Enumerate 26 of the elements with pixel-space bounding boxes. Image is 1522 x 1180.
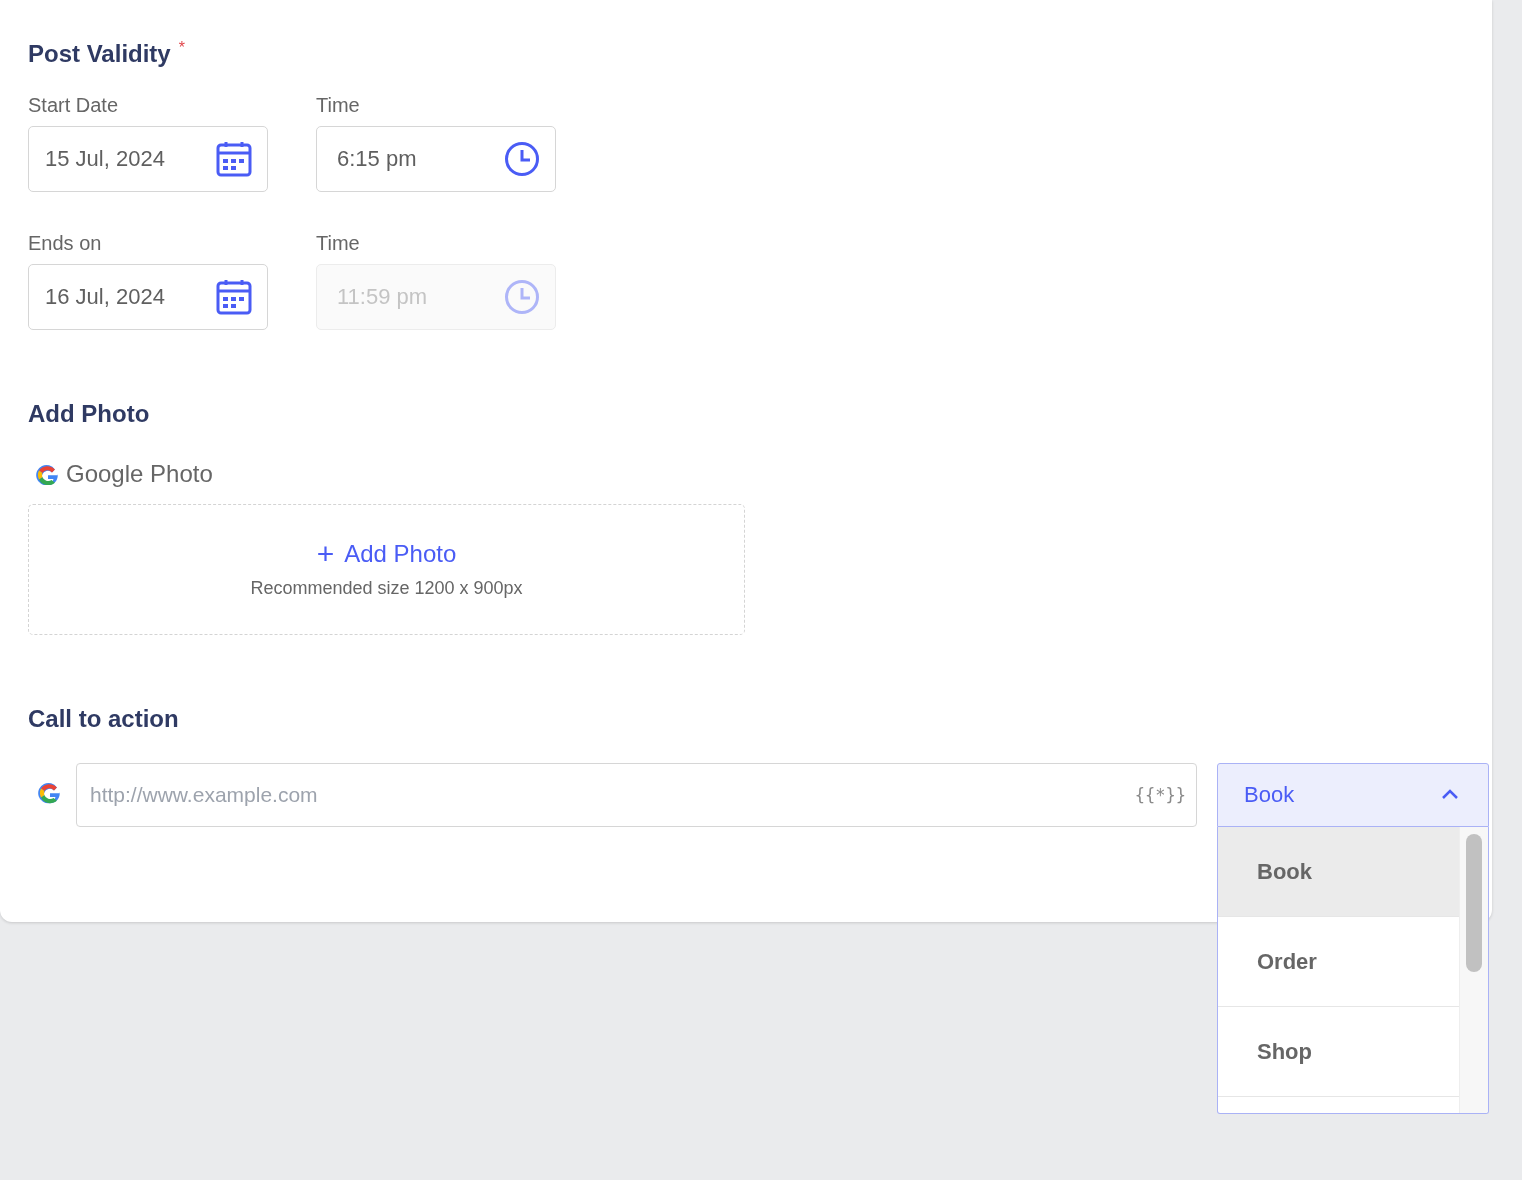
calendar-icon [216, 140, 253, 178]
date-field[interactable]: 15 Jul, 2024 [28, 126, 268, 192]
dropdown-option[interactable]: Book [1218, 827, 1459, 917]
calendar-icon [216, 278, 253, 316]
field-label: Ends on [28, 231, 103, 256]
google-logo-icon [36, 463, 58, 485]
section-title: Call to action [28, 704, 180, 734]
url-field[interactable]: http://www.example.com {{*}} [76, 763, 1197, 827]
clock-icon [504, 278, 541, 316]
field-label: Start Date [28, 93, 120, 118]
required-mark: * [178, 38, 185, 58]
date-field[interactable]: 16 Jul, 2024 [28, 264, 268, 330]
time-field[interactable]: 6:15 pm [316, 126, 556, 192]
source-label: Google Photo [66, 460, 213, 488]
size-hint: Recommended size 1200 x 900px [250, 578, 523, 599]
add-photo-button[interactable]: + Add Photo [316, 540, 457, 568]
dropdown[interactable]: Book [1217, 763, 1489, 827]
scrollbar[interactable] [1459, 827, 1488, 1113]
section-title-text: Post Validity [28, 39, 171, 69]
scrollbar-thumb[interactable] [1466, 834, 1482, 972]
clock-icon [504, 140, 541, 178]
field-label: Time [316, 231, 361, 256]
variables-button[interactable]: {{*}} [1134, 785, 1186, 805]
upload-area[interactable]: + Add Photo Recommended size 1200 x 900px [28, 504, 745, 635]
field-label: Time [316, 93, 361, 118]
section-title: Add Photo [28, 399, 151, 429]
